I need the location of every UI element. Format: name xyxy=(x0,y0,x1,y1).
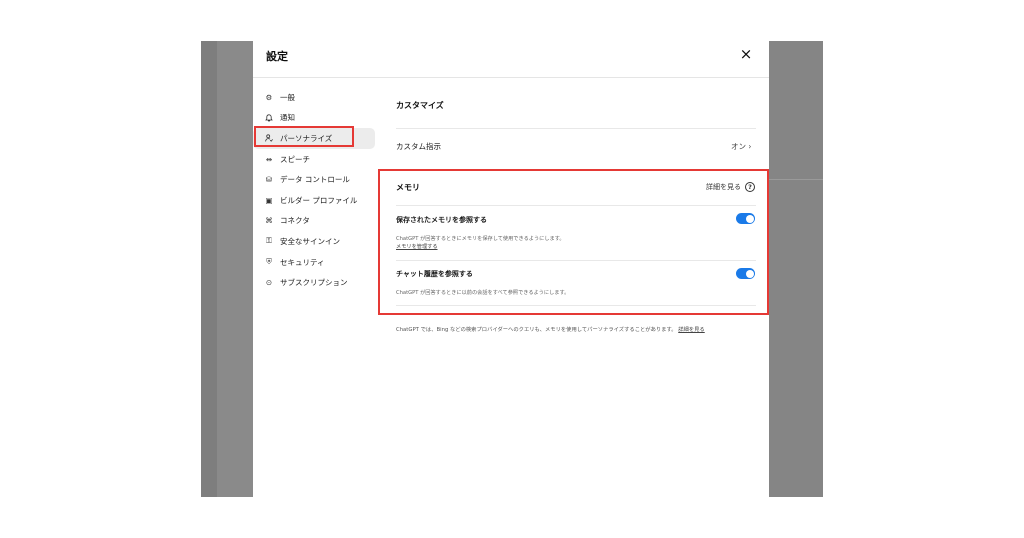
chat-history-divider xyxy=(396,305,756,306)
memory-learn-more-link[interactable]: 詳細を見る ? xyxy=(706,182,755,192)
saved-memory-description: ChatGPT が回答するときにメモリを保存して使用できるようにします。 xyxy=(396,236,565,242)
person-icon xyxy=(264,133,274,143)
manage-memory-link[interactable]: メモリを管理する xyxy=(396,243,438,250)
chat-history-toggle[interactable] xyxy=(736,268,755,279)
shield-icon: ⛨ xyxy=(266,257,272,267)
sidebar-item-notifications[interactable]: 通知 xyxy=(253,108,375,129)
sidebar-item-label: 一般 xyxy=(280,92,295,102)
backdrop-divider xyxy=(769,179,823,180)
backdrop-left-panel xyxy=(201,41,217,497)
subscription-icon: ⊙ xyxy=(265,278,273,288)
sidebar-item-label: サブスクリプション xyxy=(280,278,348,288)
memory-row-divider xyxy=(396,260,756,261)
backdrop-right-panel xyxy=(769,41,823,497)
memory-section-title: メモリ xyxy=(396,183,420,192)
sidebar-item-label: 安全なサインイン xyxy=(280,236,340,246)
sidebar-item-data-controls[interactable]: ⛁ データ コントロール xyxy=(253,169,375,190)
customize-divider xyxy=(396,128,756,129)
custom-instructions-label[interactable]: カスタム指示 xyxy=(396,141,441,152)
sidebar-item-label: セキュリティ xyxy=(280,257,325,267)
saved-memory-title: 保存されたメモリを参照する xyxy=(396,216,487,224)
sidebar-item-label: データ コントロール xyxy=(280,175,350,185)
data-control-icon: ⛁ xyxy=(265,175,273,185)
screen: 設定 × ⚙ 一般 通知 パーソナライズ ⇹ スピーチ ⛁ データ コントロール… xyxy=(0,0,1024,538)
sidebar-item-secure-signin[interactable]: ⚿ 安全なサインイン xyxy=(253,231,375,252)
bell-icon xyxy=(264,113,274,123)
footer-learn-more-link[interactable]: 詳細を見る xyxy=(678,327,705,333)
sidebar-item-label: コネクタ xyxy=(280,216,310,226)
sidebar-item-label: パーソナライズ xyxy=(280,133,333,143)
active-item-background xyxy=(354,128,374,147)
sidebar-item-general[interactable]: ⚙ 一般 xyxy=(253,87,375,108)
learn-more-label: 詳細を見る xyxy=(706,183,741,191)
secure-signin-icon: ⚿ xyxy=(266,236,272,246)
help-icon: ? xyxy=(745,182,755,192)
custom-instructions-value[interactable]: オン › xyxy=(731,141,751,152)
builder-profile-icon: ▣ xyxy=(265,195,273,205)
footer-note-text: ChatGPT では、Bing などの検索プロバイダーへのクエリも、メモリを使用… xyxy=(396,327,677,333)
speech-icon: ⇹ xyxy=(265,154,273,164)
close-icon: × xyxy=(739,45,753,63)
dialog-header: 設定 × xyxy=(253,41,769,78)
sidebar-item-connectors[interactable]: ⌘ コネクタ xyxy=(253,211,375,232)
sidebar-item-subscription[interactable]: ⊙ サブスクリプション xyxy=(253,272,375,293)
sidebar-item-label: ビルダー プロファイル xyxy=(280,195,358,205)
sidebar-item-label: スピーチ xyxy=(280,154,310,164)
memory-divider xyxy=(396,205,756,206)
settings-dialog: 設定 × ⚙ 一般 通知 パーソナライズ ⇹ スピーチ ⛁ データ コントロール… xyxy=(253,41,769,497)
sidebar-item-builder-profile[interactable]: ▣ ビルダー プロファイル xyxy=(253,190,375,211)
customize-section-title: カスタマイズ xyxy=(396,101,444,110)
sidebar-item-security[interactable]: ⛨ セキュリティ xyxy=(253,252,375,273)
close-button[interactable]: × xyxy=(738,45,754,63)
bell-icon-svg xyxy=(265,114,273,122)
person-icon-svg xyxy=(265,134,273,143)
settings-sidebar: ⚙ 一般 通知 パーソナライズ ⇹ スピーチ ⛁ データ コントロール ▣ ビル… xyxy=(253,87,375,293)
sidebar-item-label: 通知 xyxy=(280,113,295,123)
gear-icon: ⚙ xyxy=(265,92,273,102)
connector-icon: ⌘ xyxy=(265,216,273,226)
saved-memory-toggle[interactable] xyxy=(736,213,755,224)
sidebar-item-speech[interactable]: ⇹ スピーチ xyxy=(253,149,375,170)
footer-note: ChatGPT では、Bing などの検索プロバイダーへのクエリも、メモリを使用… xyxy=(396,325,705,333)
chat-history-title: チャット履歴を参照する xyxy=(396,270,473,278)
dialog-title: 設定 xyxy=(266,50,288,63)
chat-history-description: ChatGPT が回答するときに以前の会話をすべて参照できるようにします。 xyxy=(396,290,570,296)
